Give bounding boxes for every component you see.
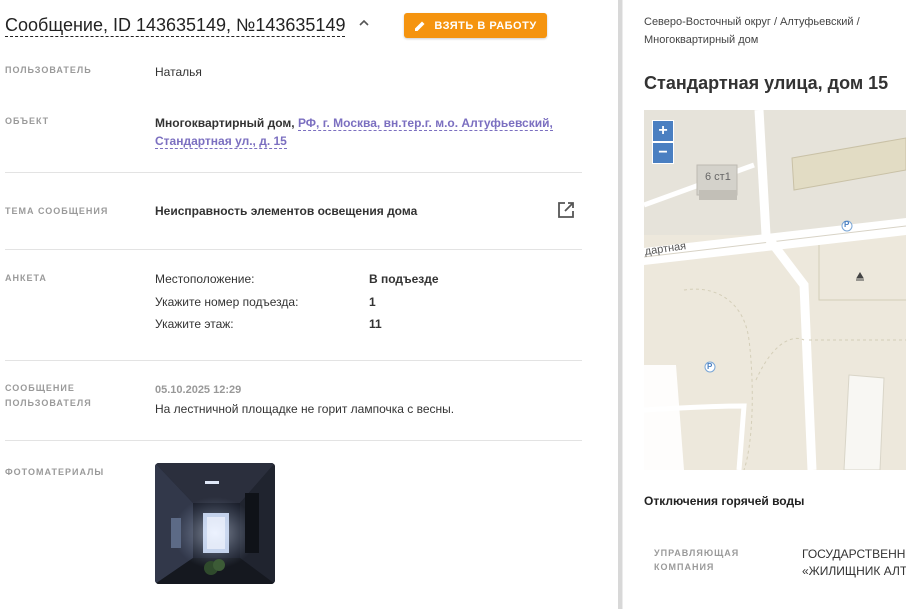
topic-value: Неисправность элементов освещения дома (155, 204, 418, 218)
take-to-work-label: ВЗЯТЬ В РАБОТУ (434, 19, 537, 32)
hot-water-outages-heading: Отключения горячей воды (644, 494, 805, 508)
map-parking-marker: P (844, 220, 850, 229)
map-zoom-controls: + − (652, 120, 674, 164)
survey-answer-2: 1 (369, 295, 376, 309)
message-label-line1: СООБЩЕНИЕ (5, 383, 75, 393)
object-address-link-2[interactable]: Стандартная ул., д. 15 (155, 134, 287, 149)
zoom-in-button[interactable]: + (652, 120, 674, 142)
survey-question-1: Местоположение: (155, 272, 255, 286)
photo-thumbnail[interactable] (155, 463, 275, 584)
open-external-icon[interactable] (557, 201, 575, 219)
management-value-line1: ГОСУДАРСТВЕННОЕ (802, 547, 906, 561)
divider (5, 172, 582, 173)
message-date: 05.10.2025 12:29 (155, 384, 242, 396)
object-value: Многоквартирный дом, РФ, г. Москва, вн.т… (155, 114, 575, 150)
management-value-line2: «ЖИЛИЩНИК АЛТ (802, 564, 906, 578)
user-value: Наталья (155, 65, 202, 79)
management-company-value: ГОСУДАРСТВЕННОЕ «ЖИЛИЩНИК АЛТ (802, 546, 906, 580)
breadcrumb-line1[interactable]: Северо-Восточный округ / Алтуфьевский / (644, 16, 860, 28)
breadcrumb: Северо-Восточный округ / Алтуфьевский / … (644, 13, 904, 49)
object-info-panel: Северо-Восточный округ / Алтуфьевский / … (623, 0, 906, 609)
map-building-label: 6 ст1 (705, 171, 731, 183)
message-text: На лестничной площадке не горит лампочка… (155, 402, 455, 416)
topic-label: ТЕМА СООБЩЕНИЯ (5, 206, 109, 216)
survey-question-2: Укажите номер подъезда: (155, 295, 299, 309)
object-type: Многоквартирный дом, (155, 116, 295, 130)
survey-answer-3: 11 (369, 317, 382, 331)
survey-question-3: Укажите этаж: (155, 317, 234, 331)
photos-label: ФОТОМАТЕРИАЛЫ (5, 467, 105, 477)
divider (5, 249, 582, 250)
pencil-icon (415, 21, 425, 31)
take-to-work-button[interactable]: ВЗЯТЬ В РАБОТУ (404, 13, 547, 38)
user-label: ПОЛЬЗОВАТЕЛЬ (5, 65, 92, 75)
message-title[interactable]: Сообщение, ID 143635149, №143635149 (5, 14, 346, 37)
survey-answer-1: В подъезде (369, 272, 439, 286)
message-details-panel: Сообщение, ID 143635149, №143635149 ВЗЯТ… (0, 0, 618, 609)
object-address-title: Стандартная улица, дом 15 (644, 73, 889, 93)
object-address-link-1[interactable]: РФ, г. Москва, вн.тер.г. м.о. Алтуфьевск… (297, 116, 553, 131)
divider (5, 440, 582, 441)
divider (5, 360, 582, 361)
corridor-photo-image (155, 463, 275, 584)
breadcrumb-line2[interactable]: Многоквартирный дом (644, 34, 758, 46)
management-label-line1: УПРАВЛЯЮЩАЯ (654, 548, 740, 558)
survey-label: АНКЕТА (5, 273, 47, 283)
object-label: ОБЪЕКТ (5, 116, 50, 126)
message-label: СООБЩЕНИЕ ПОЛЬЗОВАТЕЛЯ (5, 381, 92, 411)
chevron-up-icon[interactable] (357, 16, 371, 30)
message-label-line2: ПОЛЬЗОВАТЕЛЯ (5, 398, 92, 408)
map[interactable]: 6 ст1 дартная P P + − (644, 110, 906, 470)
management-label-line2: КОМПАНИЯ (654, 562, 715, 572)
management-company-label: УПРАВЛЯЮЩАЯ КОМПАНИЯ (654, 546, 774, 574)
map-canvas[interactable] (644, 110, 906, 470)
zoom-out-button[interactable]: − (652, 142, 674, 164)
map-parking-marker: P (707, 362, 713, 371)
